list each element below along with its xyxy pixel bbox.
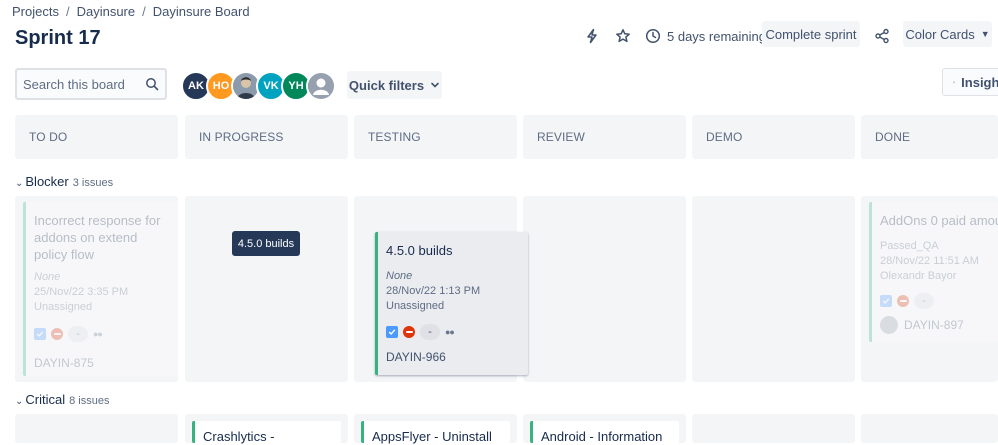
avatar-unassigned[interactable] <box>306 71 336 101</box>
breadcrumb-separator: / <box>142 4 146 19</box>
column-header-todo: TO DO <box>15 115 178 159</box>
insights-button[interactable]: Insights <box>942 68 998 96</box>
clock-icon <box>645 28 661 44</box>
dots-icon: ●● <box>445 327 455 337</box>
chevron-down-icon: ⌄ <box>15 396 24 407</box>
chevron-down-icon <box>431 82 439 88</box>
blocker-priority-icon <box>897 295 909 307</box>
card-fix-version: None <box>34 271 61 283</box>
breadcrumb-separator: / <box>65 4 70 19</box>
card-title: Android - Information <box>541 429 663 444</box>
quick-filters-button[interactable]: Quick filters <box>347 71 442 99</box>
checkbox-icon <box>34 328 46 340</box>
time-remaining: 5 days remaining <box>645 26 766 46</box>
card-key[interactable]: DAYIN-875 <box>34 356 170 370</box>
card-key[interactable]: DAYIN-966 <box>386 350 520 364</box>
chevron-down-icon: ⌄ <box>15 178 24 189</box>
lightning-icon[interactable] <box>582 26 602 46</box>
lane-cell-in-progress <box>185 196 348 382</box>
lane-cell-todo <box>15 414 178 443</box>
breadcrumb: Projects / Dayinsure / Dayinsure Board <box>12 4 250 19</box>
avatar-initials: HO <box>212 80 230 92</box>
checkbox-icon <box>880 295 892 307</box>
issue-card-dayin-897[interactable]: AddOns 0 paid amount Passed_QA 28/Nov/22… <box>869 202 998 342</box>
search-icon[interactable] <box>145 77 159 96</box>
avatar-initials: AK <box>188 80 204 92</box>
swimlane-name: Critical <box>25 392 66 407</box>
color-cards-dropdown[interactable]: Color Cards ▼ <box>903 21 992 47</box>
card-date: 25/Nov/22 3:35 PM <box>34 286 129 298</box>
swimlane-header-blocker[interactable]: ⌄ Blocker 3 issues <box>15 174 113 189</box>
blocker-priority-icon <box>51 328 63 340</box>
avatar-initials: YH <box>288 80 304 92</box>
swimlane-count: 8 issues <box>69 395 110 407</box>
card-title: Crashlytics - <box>203 429 275 444</box>
insights-label: Insights <box>961 74 998 90</box>
card-date: 28/Nov/22 1:13 PM <box>386 285 481 297</box>
page-title: Sprint 17 <box>15 27 101 49</box>
card-title: AddOns 0 paid amount <box>880 213 998 228</box>
lane-cell-review <box>523 196 686 382</box>
estimate-badge: - <box>68 326 88 342</box>
breadcrumb-projects[interactable]: Projects <box>12 4 59 19</box>
caret-down-icon: ▼ <box>980 29 990 39</box>
search-box <box>15 68 167 100</box>
chart-icon <box>953 81 956 83</box>
blocker-priority-icon <box>403 326 415 338</box>
issue-card-dayin-966[interactable]: 4.5.0 builds None 28/Nov/22 1:13 PM Unas… <box>375 232 528 375</box>
swimlane-name: Blocker <box>25 174 69 189</box>
breadcrumb-project[interactable]: Dayinsure <box>77 4 136 19</box>
search-input[interactable] <box>23 74 141 94</box>
user-icon <box>308 73 334 99</box>
star-icon[interactable] <box>613 26 633 46</box>
card-key[interactable]: DAYIN-897 <box>904 318 964 332</box>
card-date: 28/Nov/22 11:51 AM <box>880 255 979 267</box>
lane-cell-demo <box>692 414 855 443</box>
card-status: Passed_QA <box>880 240 939 252</box>
checkbox-icon <box>386 326 398 338</box>
card-assignee: Unassigned <box>34 301 93 313</box>
issue-card-crashlytics[interactable]: Crashlytics - <box>192 421 341 444</box>
card-title: 4.5.0 builds <box>386 243 453 258</box>
complete-sprint-button[interactable]: Complete sprint <box>762 21 860 47</box>
column-header-review: REVIEW <box>523 115 686 159</box>
share-icon[interactable] <box>872 26 892 46</box>
lane-cell-demo <box>692 196 855 382</box>
card-title: AppsFlyer - Uninstall <box>372 429 492 444</box>
card-assignee: Olexandr Bayor <box>880 270 957 282</box>
estimate-badge: - <box>420 324 440 340</box>
issue-card-dayin-875[interactable]: Incorrect response for addons on extend … <box>23 202 178 376</box>
card-title: Incorrect response for addons on extend … <box>34 213 161 262</box>
avatar-initials: VK <box>263 80 279 92</box>
swimlane-header-critical[interactable]: ⌄ Critical 8 issues <box>15 392 109 407</box>
quick-filters-label: Quick filters <box>348 77 425 93</box>
issue-card-android-information[interactable]: Android - Information <box>530 421 679 444</box>
breadcrumb-board[interactable]: Dayinsure Board <box>153 4 250 19</box>
issue-card-appsflyer[interactable]: AppsFlyer - Uninstall <box>361 421 510 444</box>
tooltip: 4.5.0 builds <box>232 231 300 256</box>
color-cards-label: Color Cards <box>905 26 975 42</box>
column-header-demo: DEMO <box>692 115 855 159</box>
card-fix-version: None <box>386 270 413 282</box>
lane-cell-done <box>861 414 998 443</box>
card-assignee: Unassigned <box>386 300 445 312</box>
dots-icon: ●● <box>93 329 103 339</box>
time-remaining-label: 5 days remaining <box>667 28 766 44</box>
assignee-avatar <box>880 316 898 334</box>
estimate-badge: - <box>914 293 934 309</box>
swimlane-count: 3 issues <box>72 177 114 189</box>
column-header-done: DONE <box>861 115 998 159</box>
column-header-testing: TESTING <box>354 115 517 159</box>
column-header-in-progress: IN PROGRESS <box>185 115 348 159</box>
